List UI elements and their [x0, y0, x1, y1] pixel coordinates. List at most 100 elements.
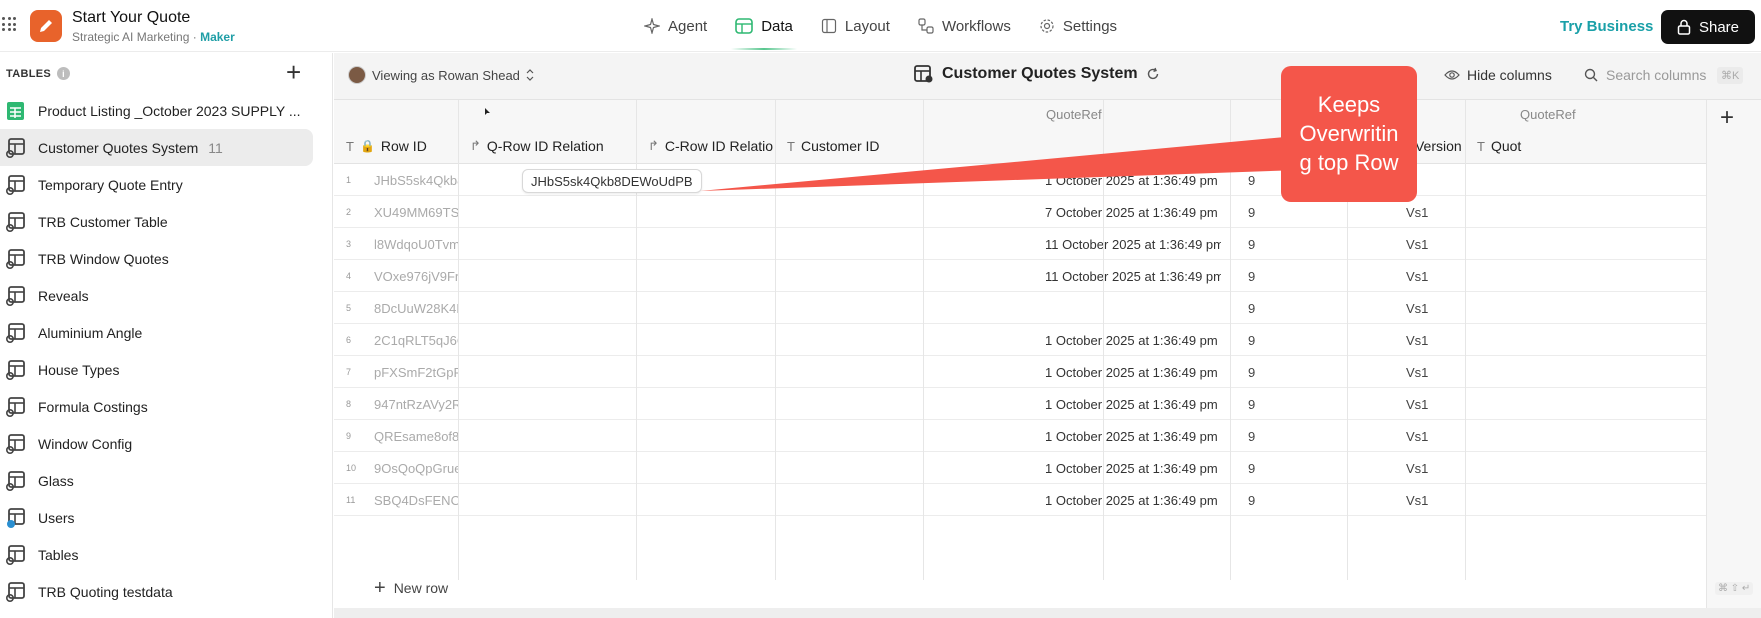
version-cell[interactable]: Vs1 — [1406, 205, 1506, 220]
date-cell[interactable]: 1 October 2025 at 1:36:49 pm — [1045, 173, 1221, 188]
column-header[interactable] — [1115, 128, 1228, 164]
column-header[interactable]: T 🔒 Row ID — [346, 128, 456, 164]
column-header[interactable]: ↱ Q-Row ID Relation — [470, 128, 634, 164]
version-cell[interactable]: Vs1 — [1406, 333, 1506, 348]
row-id-cell[interactable]: XU49MM69TSUJaxTgV — [374, 205, 458, 220]
relation-chip[interactable]: JHbS5sk4Qkb8DEWoUdPB — [522, 169, 702, 193]
sidebar-table-item[interactable]: Formula Costings — [0, 388, 313, 425]
tables-list: Product Listing _October 2023 SUPPLY ...… — [0, 92, 333, 610]
number-cell[interactable]: 9 — [1248, 301, 1348, 316]
table-row[interactable]: 8 947ntRzAVy2RbZQsabl 1 October 2025 at 1:… — [334, 388, 1706, 420]
column-header[interactable]: T Quot — [1477, 128, 1704, 164]
date-cell[interactable]: 1 October 2025 at 1:36:49 pm — [1045, 397, 1221, 412]
number-cell[interactable]: 9 — [1248, 205, 1348, 220]
column-header[interactable]: T Customer ID — [787, 128, 921, 164]
column-divider — [923, 100, 924, 580]
sidebar-table-item[interactable]: Temporary Quote Entry — [0, 166, 313, 203]
sidebar-table-item[interactable]: Product Listing _October 2023 SUPPLY ... — [0, 92, 313, 129]
row-id-cell[interactable]: pFXSmF2tGpRbZlMBCu — [374, 365, 458, 380]
row-count-badge: 11 — [208, 139, 223, 156]
date-cell[interactable]: 11 October 2025 at 1:36:49 pm — [1045, 237, 1221, 252]
number-cell[interactable]: 9 — [1248, 269, 1348, 284]
sidebar-table-item[interactable]: TRB Window Quotes — [0, 240, 313, 277]
version-cell[interactable]: Vs1 — [1406, 365, 1506, 380]
new-row-label: New row — [393, 580, 449, 596]
nav-workflows[interactable]: Workflows — [904, 0, 1025, 52]
date-cell[interactable]: 7 October 2025 at 1:36:49 pm — [1045, 205, 1221, 220]
column-header[interactable]: ↱ C-Row ID Relation — [648, 128, 773, 164]
version-cell[interactable]: Vs1 — [1406, 429, 1506, 444]
nav-data[interactable]: Data — [721, 0, 807, 52]
number-cell[interactable]: 9 — [1248, 365, 1348, 380]
app-title[interactable]: Start Your Quote — [72, 9, 190, 27]
version-cell[interactable]: Vs1 — [1406, 237, 1506, 252]
date-cell[interactable]: 1 October 2025 at 1:36:49 pm — [1045, 365, 1221, 380]
nav-agent[interactable]: Agent — [630, 0, 721, 52]
version-cell[interactable]: Vs1 — [1406, 493, 1506, 508]
relation-type-icon: ↱ — [470, 138, 481, 153]
table-row[interactable]: 3 l8WdqoU0TvmQfgREHa 11 October 2025 at 1:… — [334, 228, 1706, 260]
number-cell[interactable]: 9 — [1248, 397, 1348, 412]
row-number: 8 — [346, 399, 352, 409]
row-id-cell[interactable]: 9OsQoQpGruewAEMNb — [374, 461, 458, 476]
search-columns-input[interactable]: Search columns — [1584, 67, 1706, 83]
sidebar-table-item[interactable]: Users — [0, 499, 313, 536]
number-cell[interactable]: 9 — [1248, 493, 1348, 508]
nav-settings[interactable]: Settings — [1025, 0, 1131, 52]
sidebar-table-label: TRB Customer Table — [38, 213, 168, 230]
date-cell[interactable]: 1 October 2025 at 1:36:49 pm — [1045, 493, 1221, 508]
share-button[interactable]: Share — [1661, 10, 1755, 44]
sidebar-table-item[interactable]: House Types — [0, 351, 313, 388]
row-id-cell[interactable]: 2C1qRLT5qJ6Com7sas — [374, 333, 458, 348]
hide-columns-button[interactable]: Hide columns — [1444, 67, 1552, 83]
sidebar-table-item[interactable]: Window Config — [0, 425, 313, 462]
add-table-button[interactable]: + — [286, 57, 301, 87]
date-cell[interactable]: 11 October 2025 at 1:36:49 pm — [1045, 269, 1221, 284]
row-id-cell[interactable]: SBQ4DsFENOmSjYwAc — [374, 493, 458, 508]
try-business-link[interactable]: Try Business — [1560, 18, 1653, 35]
new-row-button[interactable]: + New row — [374, 578, 449, 598]
refresh-icon[interactable] — [1146, 67, 1160, 81]
sidebar-table-item[interactable]: Reveals — [0, 277, 313, 314]
app-switcher-icon[interactable] — [2, 17, 16, 31]
horizontal-scrollbar[interactable] — [334, 608, 1761, 618]
date-cell[interactable]: 1 October 2025 at 1:36:49 pm — [1045, 333, 1221, 348]
number-cell[interactable]: 9 — [1248, 237, 1348, 252]
version-cell[interactable]: Vs1 — [1406, 397, 1506, 412]
sidebar-table-label: Temporary Quote Entry — [38, 176, 183, 193]
nav-layout[interactable]: Layout — [807, 0, 904, 52]
version-cell[interactable]: Vs1 — [1406, 301, 1506, 316]
table-row[interactable]: 5 8DcUuW28K4H42v8ca 9 Vs1 — [334, 292, 1706, 324]
info-icon[interactable]: i — [56, 67, 70, 80]
viewing-as-selector[interactable]: Viewing as Rowan Shead — [348, 66, 534, 84]
version-cell[interactable]: Vs1 — [1406, 269, 1506, 284]
row-id-cell[interactable]: VOxe976jV9FnjxkJ07Z — [374, 269, 458, 284]
sidebar-table-item[interactable]: Aluminium Angle — [0, 314, 313, 351]
row-id-cell[interactable]: JHbS5sk4Qkb8DEWoUdPB — [374, 173, 458, 188]
row-id-cell[interactable]: 8DcUuW28K4H42v8ca — [374, 301, 458, 316]
sidebar-table-item[interactable]: Customer Quotes System 11 — [0, 129, 313, 166]
row-number: 3 — [346, 239, 352, 249]
table-row[interactable]: 7 pFXSmF2tGpRbZlMBCu 1 October 2025 at 1:3… — [334, 356, 1706, 388]
add-column-button[interactable]: + — [1720, 104, 1734, 132]
sidebar-table-item[interactable]: Glass — [0, 462, 313, 499]
row-id-cell[interactable]: QREsame8of83bq6VHv — [374, 429, 458, 444]
column-header[interactable] — [935, 128, 1101, 164]
number-cell[interactable]: 9 — [1248, 461, 1348, 476]
version-cell[interactable]: Vs1 — [1406, 461, 1506, 476]
sidebar-table-item[interactable]: Tables — [0, 536, 313, 573]
date-cell[interactable]: 1 October 2025 at 1:36:49 pm — [1045, 429, 1221, 444]
table-row[interactable]: 9 QREsame8of83bq6VHv 1 October 2025 at 1:3… — [334, 420, 1706, 452]
row-id-cell[interactable]: 947ntRzAVy2RbZQsabl — [374, 397, 458, 412]
table-row[interactable]: 2 XU49MM69TSUJaxTgV 7 October 2025 at 1:36… — [334, 196, 1706, 228]
table-row[interactable]: 11 SBQ4DsFENOmSjYwAc 1 October 2025 at 1:3… — [334, 484, 1706, 516]
table-row[interactable]: 10 9OsQoQpGruewAEMNb 1 October 2025 at 1:3… — [334, 452, 1706, 484]
row-id-cell[interactable]: l8WdqoU0TvmQfgREHa — [374, 237, 458, 252]
number-cell[interactable]: 9 — [1248, 333, 1348, 348]
sidebar-table-item[interactable]: TRB Quoting testdata — [0, 573, 313, 610]
table-row[interactable]: 6 2C1qRLT5qJ6Com7sas 1 October 2025 at 1:3… — [334, 324, 1706, 356]
sidebar-table-item[interactable]: TRB Customer Table — [0, 203, 313, 240]
date-cell[interactable]: 1 October 2025 at 1:36:49 pm — [1045, 461, 1221, 476]
table-row[interactable]: 4 VOxe976jV9FnjxkJ07Z 11 October 2025 at 1… — [334, 260, 1706, 292]
number-cell[interactable]: 9 — [1248, 429, 1348, 444]
